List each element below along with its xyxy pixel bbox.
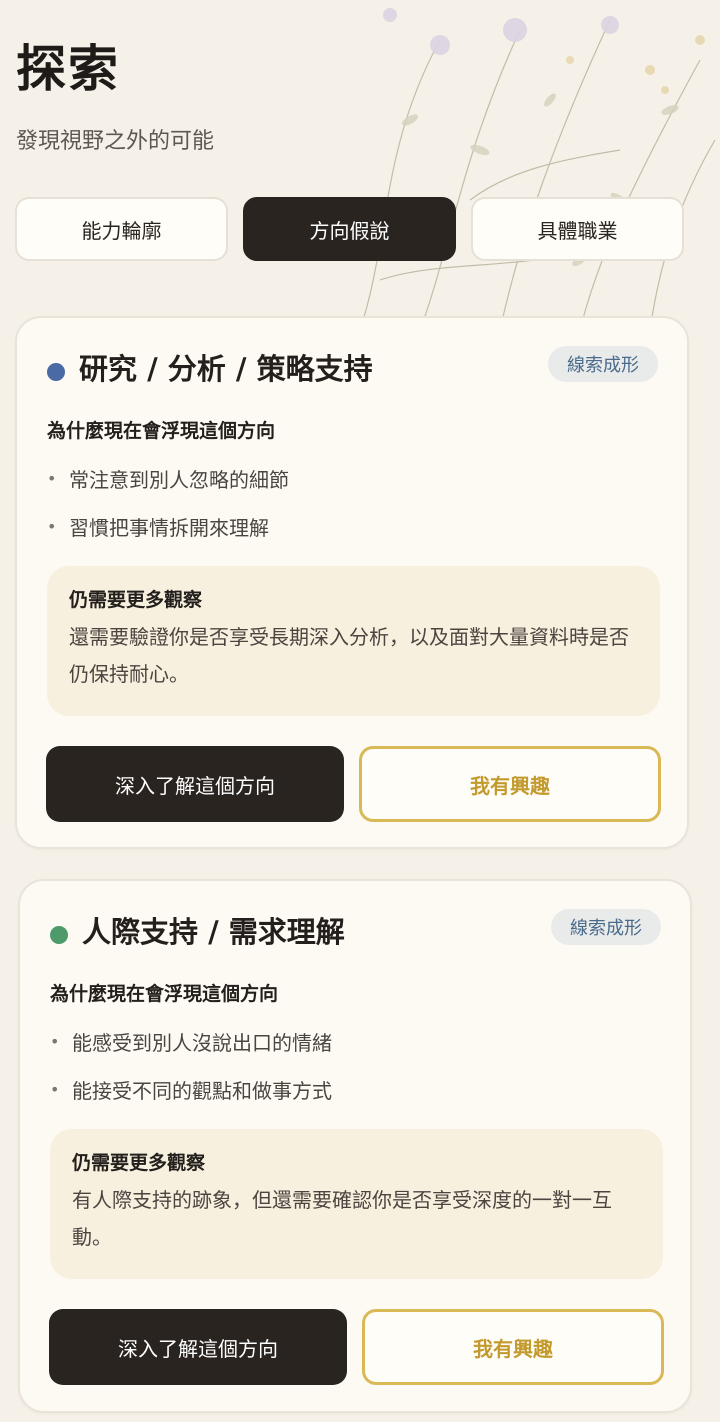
note-heading: 仍需要更多觀察: [69, 589, 203, 611]
direction-card: 研究 / 分析 / 策略支持 線索成形 為什麼現在會浮現這個方向 • 常注意到別…: [15, 316, 689, 849]
interested-button[interactable]: 我有興趣: [359, 746, 661, 822]
learn-more-button[interactable]: 深入了解這個方向: [46, 746, 344, 822]
list-item: • 能感受到別人沒說出口的情緒: [50, 1017, 332, 1065]
reason-list: • 常注意到別人忽略的細節 • 習慣把事情拆開來理解: [47, 454, 289, 550]
bullet-dot-icon: •: [47, 468, 57, 488]
note-body: 還需要驗證你是否享受長期深入分析，以及面對大量資料時是否仍保持耐心。: [69, 624, 629, 686]
page-subtitle: 發現視野之外的可能: [16, 129, 215, 154]
page-title: 探索: [16, 39, 120, 98]
note-heading: 仍需要更多觀察: [72, 1152, 206, 1174]
why-heading: 為什麼現在會浮現這個方向: [50, 983, 279, 1005]
card-title: 人際支持 / 需求理解: [82, 915, 345, 949]
list-item-text: 能感受到別人沒說出口的情緒: [72, 1030, 332, 1055]
status-dot: [47, 363, 65, 381]
list-item: • 習慣把事情拆開來理解: [47, 502, 289, 550]
card-title: 研究 / 分析 / 策略支持: [79, 352, 373, 386]
botanical-background-illustration: [359, 8, 716, 330]
interested-button[interactable]: 我有興趣: [362, 1309, 664, 1385]
status-badge: 線索成形: [551, 909, 661, 945]
bullet-dot-icon: •: [50, 1031, 60, 1051]
tab-specific-careers[interactable]: 具體職業: [471, 197, 684, 261]
bullet-dot-icon: •: [47, 516, 57, 536]
why-heading: 為什麼現在會浮現這個方向: [47, 420, 276, 442]
status-badge: 線索成形: [548, 346, 658, 382]
reason-list: • 能感受到別人沒說出口的情緒 • 能接受不同的觀點和做事方式: [50, 1017, 332, 1113]
direction-card: 人際支持 / 需求理解 線索成形 為什麼現在會浮現這個方向 • 能感受到別人沒說…: [18, 879, 692, 1413]
tab-bar: 能力輪廓 方向假說 具體職業: [15, 197, 684, 261]
learn-more-button[interactable]: 深入了解這個方向: [49, 1309, 347, 1385]
note-body: 有人際支持的跡象，但還需要確認你是否享受深度的一對一互動。: [72, 1187, 612, 1249]
tab-direction-hypothesis[interactable]: 方向假說: [243, 197, 456, 261]
bullet-dot-icon: •: [50, 1079, 60, 1099]
list-item-text: 能接受不同的觀點和做事方式: [72, 1078, 332, 1103]
list-item-text: 常注意到別人忽略的細節: [69, 467, 289, 492]
list-item: • 能接受不同的觀點和做事方式: [50, 1065, 332, 1113]
observation-note: 仍需要更多觀察 還需要驗證你是否享受長期深入分析，以及面對大量資料時是否仍保持耐…: [47, 566, 660, 716]
list-item: • 常注意到別人忽略的細節: [47, 454, 289, 502]
status-dot: [50, 926, 68, 944]
tab-ability-profile[interactable]: 能力輪廓: [15, 197, 228, 261]
list-item-text: 習慣把事情拆開來理解: [69, 515, 269, 540]
observation-note: 仍需要更多觀察 有人際支持的跡象，但還需要確認你是否享受深度的一對一互動。: [50, 1129, 663, 1279]
